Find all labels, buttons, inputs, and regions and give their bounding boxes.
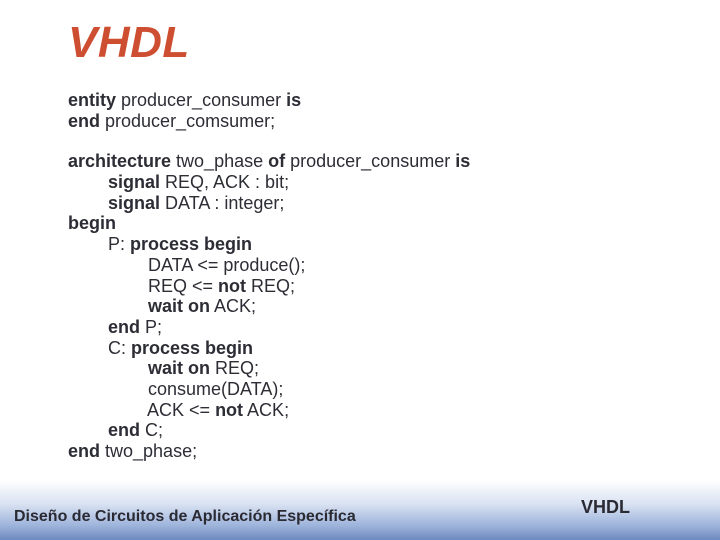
slide: VHDL entity producer_consumer is end pro…: [0, 0, 720, 540]
txt: DATA : integer;: [160, 193, 284, 213]
code-line: architecture two_phase of producer_consu…: [68, 151, 470, 172]
code-line: end two_phase;: [68, 441, 470, 462]
kw: signal: [68, 193, 160, 213]
footer-left: Diseño de Circuitos de Aplicación Especí…: [14, 508, 356, 526]
kw: of: [268, 151, 285, 171]
txt: DATA <= produce();: [68, 255, 305, 275]
kw: architecture: [68, 151, 171, 171]
kw: is: [286, 90, 301, 110]
txt: consume(DATA);: [68, 379, 283, 399]
kw: process begin: [131, 338, 253, 358]
code-line: REQ <= not REQ;: [68, 276, 470, 297]
txt: two_phase;: [100, 441, 197, 461]
code-line: begin: [68, 213, 470, 234]
code-line: consume(DATA);: [68, 379, 470, 400]
kw: signal: [68, 172, 160, 192]
txt: producer_comsumer;: [100, 111, 275, 131]
code-block: entity producer_consumer is end producer…: [68, 90, 470, 462]
code-line: DATA <= produce();: [68, 255, 470, 276]
txt: REQ;: [210, 358, 259, 378]
txt: P;: [140, 317, 162, 337]
txt: REQ <=: [68, 276, 218, 296]
code-line: signal REQ, ACK : bit;: [68, 172, 470, 193]
kw: end: [68, 441, 100, 461]
txt: C:: [68, 338, 131, 358]
kw: wait on: [68, 296, 210, 316]
code-line: P: process begin: [68, 234, 470, 255]
kw: is: [455, 151, 470, 171]
kw: entity: [68, 90, 116, 110]
txt: REQ, ACK : bit;: [160, 172, 289, 192]
code-line: end C;: [68, 420, 470, 441]
code-line: signal DATA : integer;: [68, 193, 470, 214]
txt: ACK;: [210, 296, 256, 316]
kw: not: [215, 400, 243, 420]
kw: end: [68, 111, 100, 131]
txt: two_phase: [171, 151, 268, 171]
code-line: wait on REQ;: [68, 358, 470, 379]
code-line: ACK <= not ACK;: [68, 400, 470, 421]
txt: C;: [140, 420, 163, 440]
kw: end: [68, 420, 140, 440]
txt: producer_consumer: [116, 90, 286, 110]
code-line: C: process begin: [68, 338, 470, 359]
kw: end: [68, 317, 140, 337]
kw: not: [218, 276, 246, 296]
txt: REQ;: [246, 276, 295, 296]
kw: wait on: [68, 358, 210, 378]
code-line: end producer_comsumer;: [68, 111, 470, 132]
txt: ACK <=: [68, 400, 215, 420]
kw: process begin: [130, 234, 252, 254]
code-line: wait on ACK;: [68, 296, 470, 317]
txt: P:: [68, 234, 130, 254]
code-line: entity producer_consumer is: [68, 90, 470, 111]
txt: producer_consumer: [285, 151, 455, 171]
txt: ACK;: [243, 400, 289, 420]
footer-right: VHDL: [581, 497, 630, 518]
slide-title: VHDL: [68, 18, 190, 68]
code-line: end P;: [68, 317, 470, 338]
kw: begin: [68, 213, 116, 233]
